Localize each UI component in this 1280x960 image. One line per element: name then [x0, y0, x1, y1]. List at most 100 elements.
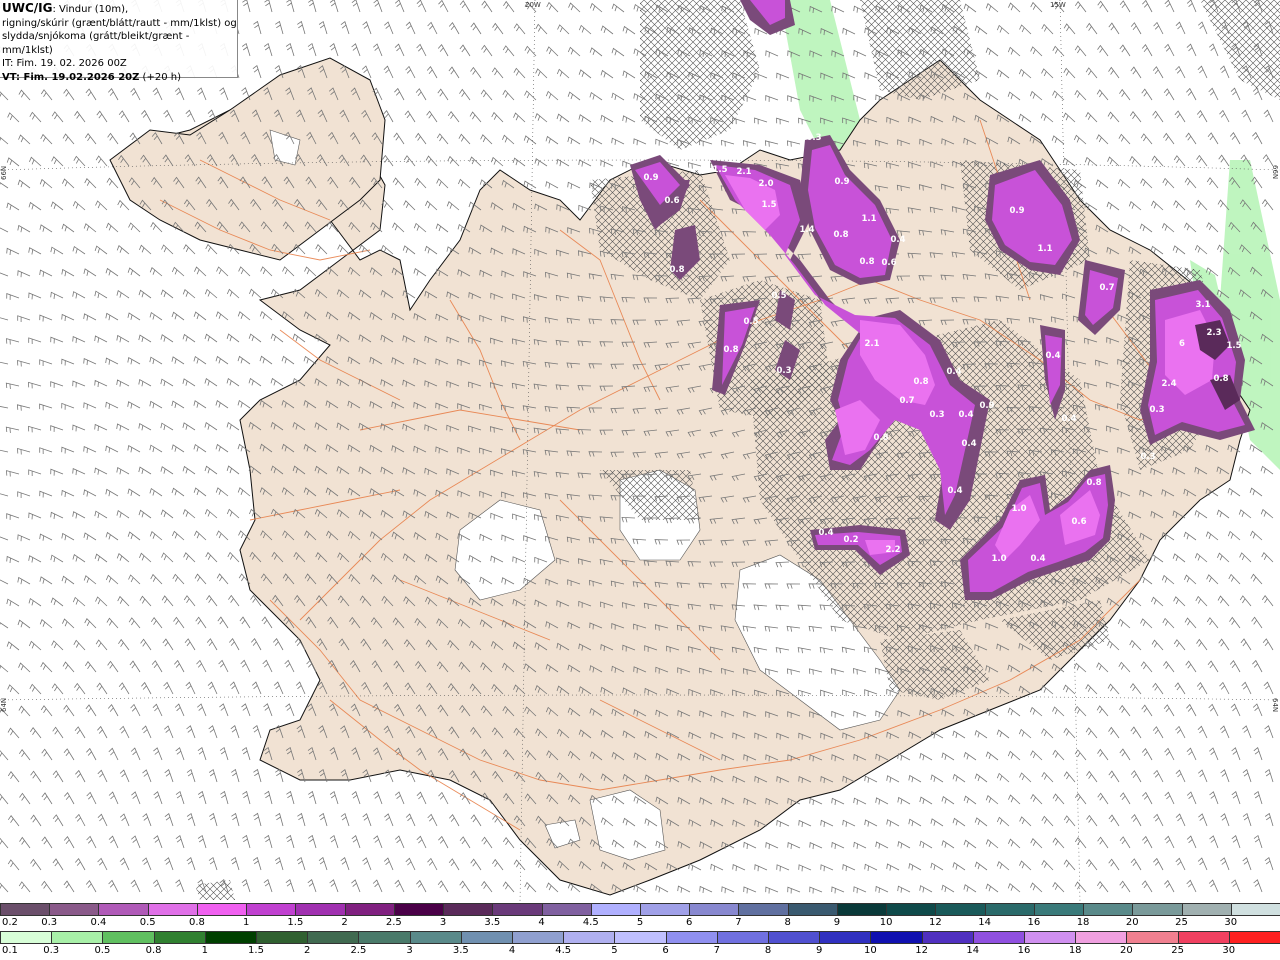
legend-tick-label: 0.8	[188, 917, 205, 928]
legend-tick-label: 2.5	[350, 945, 367, 956]
legend-rain-labels: 0.1 0.3 0.5 0.8 1 1.5 2 2.5 3 3.5 4 4.5 5 6 7 8 9 10 12 14 1…	[0, 945, 1280, 958]
precip-value-label: 2.0	[758, 179, 773, 189]
weather-map: 0.3 0.9 1.5 2.1 2.0 0.9 0.6 1.5 1.4 1.1 0.8 0.4 0.8 0…	[0, 0, 1280, 902]
legend-swatch	[512, 931, 565, 944]
lat-label-64n-left: 64N	[0, 698, 8, 712]
legend-swatch	[738, 903, 789, 916]
legend-tick-label: 10	[879, 917, 893, 928]
legend-tick-label: 9	[833, 917, 841, 928]
precip-value-label: 0.4	[947, 486, 962, 496]
precip-value-label: 0.8	[913, 377, 928, 387]
legend-tick-label: 9	[816, 945, 823, 956]
legend-swatch	[870, 931, 923, 944]
legend-tick-label: 2	[304, 945, 311, 956]
legend-swatch	[563, 931, 616, 944]
legend-tick-label: 0.3	[41, 917, 58, 928]
legend-swatch	[256, 931, 309, 944]
legend-swatch	[787, 903, 838, 916]
header-line-1: : Vindur (10m),	[52, 4, 129, 15]
precip-value-label: 0.8	[1213, 374, 1228, 384]
legend-tick-label: 2.5	[385, 917, 402, 928]
legend-tick-label: 1.5	[287, 917, 304, 928]
legend-tick-label: 3.5	[484, 917, 501, 928]
precip-value-label: 0.9	[643, 173, 658, 183]
precip-value-label: 0.9	[979, 401, 994, 411]
legend-tick-label: 4	[508, 945, 516, 956]
precip-value-label: 2.1	[736, 167, 751, 177]
legend-swatch	[972, 931, 1025, 944]
legend-swatch	[102, 931, 155, 944]
legend-tick-label: 0.2	[2, 917, 18, 928]
precip-value-label: 0.6	[1071, 517, 1086, 527]
legend-tick-label: 8	[764, 945, 772, 956]
precip-value-label: 1.4	[799, 225, 814, 235]
precip-value-label: 0.9	[834, 177, 849, 187]
legend-swatch	[1033, 903, 1085, 916]
legend-swatch	[204, 931, 257, 944]
precip-value-label: 1.0	[991, 554, 1006, 564]
legend-tick-label: 1	[201, 945, 208, 956]
legend-tick-label: 16	[1017, 945, 1031, 956]
legend-tick-label: 16	[1027, 917, 1041, 928]
lat-label-66n-left: 66N	[0, 166, 8, 180]
precip-value-label: 0.3	[929, 410, 944, 420]
legend-swatch	[1228, 931, 1280, 944]
legend-swatch	[716, 931, 769, 944]
precip-value-label: 0.5	[771, 291, 786, 301]
legend-tick-label: 14	[966, 945, 980, 956]
precip-value-label: 0.4	[961, 439, 976, 449]
legend-tick-label: 4	[538, 917, 545, 928]
precip-value-label: 0.4	[958, 410, 973, 420]
precip-value-label: 1.1	[1037, 244, 1052, 254]
legend-swatch	[921, 931, 974, 944]
legend-tick-label: 7	[735, 917, 742, 928]
legend-tick-label: 6	[686, 917, 693, 928]
precip-value-label: 2.3	[1206, 328, 1221, 338]
legend-tick-label: 3	[439, 917, 447, 928]
precip-value-label: 2.4	[1161, 379, 1176, 389]
legend-swatch	[590, 903, 641, 916]
legend-swatch	[984, 903, 1035, 916]
legend-tick-label: 2	[341, 917, 348, 928]
legend-tick-label: 0.5	[139, 917, 156, 928]
lon-label-20w: 20W	[525, 1, 541, 9]
legend-tick-label: 8	[784, 917, 791, 928]
precip-value-label: 2.2	[885, 545, 900, 555]
legend-tick-label: 0.8	[145, 945, 162, 956]
legend-swatch	[98, 903, 149, 916]
precip-value-label: 0.5	[743, 317, 758, 327]
precip-value-label: 0.8	[873, 433, 888, 443]
legend-tick-label: 3	[406, 945, 413, 956]
precip-value-label: 0.3	[776, 366, 791, 376]
precip-value-label: 0.4	[1045, 351, 1060, 361]
header-line-3: slydda/snjókoma (grátt/bleikt/grænt - mm…	[2, 31, 190, 56]
legend-tick-label: 30	[1224, 917, 1238, 928]
legend-snow-labels: 0.2 0.3 0.4 0.5 0.8 1 1.5 2 2.5 3 3.5 4 4.5 5 6 7 8 9 10 12…	[0, 917, 1280, 930]
legend-tick-label: 18	[1076, 917, 1090, 928]
precip-value-label: 0.7	[1099, 283, 1114, 293]
precip-value-label: 1.5	[1226, 341, 1241, 351]
legend-swatch	[295, 903, 346, 916]
precip-value-label: 0.4	[890, 235, 905, 245]
precip-value-label: 0.8	[859, 257, 874, 267]
legend-tick-label: 0.1	[2, 945, 18, 956]
header-line-2: rigning/skúrir (grænt/blátt/rautt - mm/1…	[2, 17, 237, 29]
legend-swatch	[246, 903, 297, 916]
legend-swatch	[409, 931, 462, 944]
legend-swatch	[640, 903, 691, 916]
precip-value-label: 0.6	[881, 258, 896, 268]
precip-value-label: 6	[1179, 339, 1185, 349]
legend-swatch	[358, 931, 411, 944]
legend-tick-label: 6	[662, 945, 669, 956]
precip-value-label: 0.8	[833, 230, 848, 240]
legend-tick-label: 4.5	[555, 945, 572, 956]
legend-swatch	[1181, 903, 1232, 916]
legend-swatch	[443, 903, 494, 916]
legend-swatch	[1126, 931, 1179, 944]
legend-swatch	[49, 903, 100, 916]
precip-value-label: 1.5	[712, 165, 727, 175]
legend-swatch	[614, 931, 667, 944]
legend-tick-label: 25	[1171, 945, 1184, 956]
precip-value-label: 0.4	[1030, 554, 1045, 564]
legend-swatch	[541, 903, 592, 916]
